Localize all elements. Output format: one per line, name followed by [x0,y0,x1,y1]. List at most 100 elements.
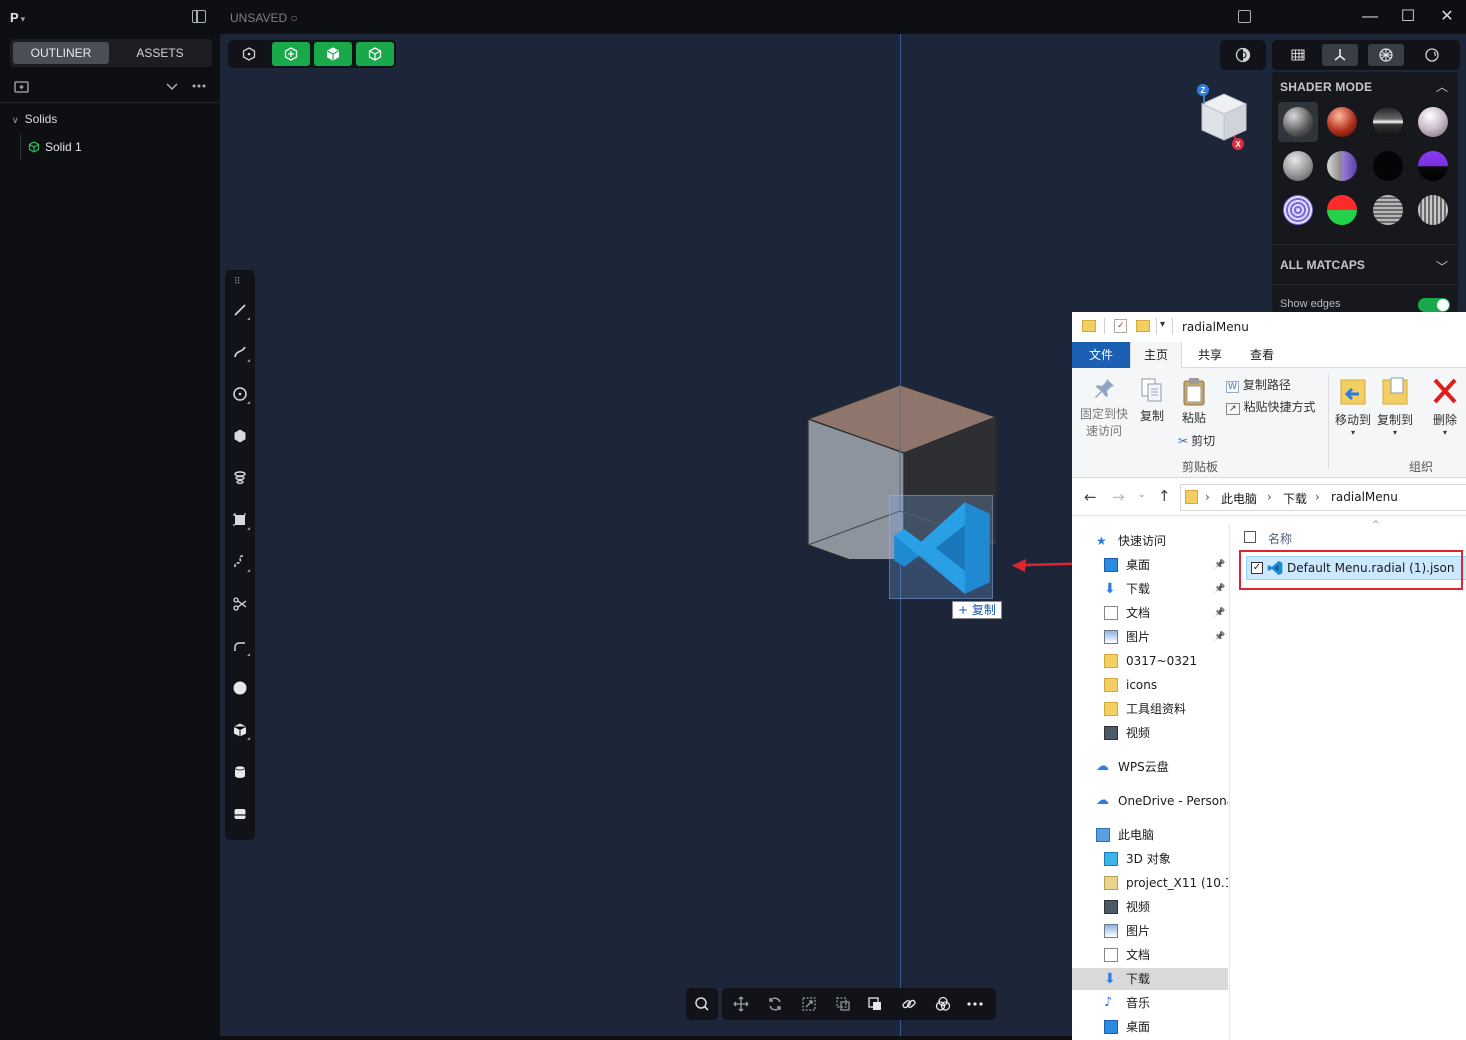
nav-item[interactable]: 图片 📌 [1072,626,1228,648]
nav-item[interactable]: ♪ 音乐 [1072,992,1228,1014]
drag-handle-icon[interactable]: ⠿ [234,276,241,287]
loft-tool-button[interactable] [228,466,252,490]
select-all-checkbox[interactable] [1244,531,1256,543]
breadcrumb-downloads[interactable]: 下载 [1283,490,1307,507]
nav-item[interactable]: 此电脑 [1072,824,1228,846]
address-bar[interactable]: › 此电脑 › 下载 › radialMenu [1180,484,1466,511]
pin-quick-access-button[interactable]: 固定到快 速访问 [1078,376,1130,439]
grid-button[interactable] [1280,44,1316,66]
nav-item[interactable]: 文档 [1072,944,1228,966]
tab-share[interactable]: 共享 [1184,342,1236,368]
polygon-tool-button[interactable] [228,424,252,448]
nav-item[interactable]: project_X11 (10.1 [1072,872,1228,894]
row-checkbox-checked[interactable]: ✓ [1251,562,1263,574]
matcap-chrome[interactable] [1373,107,1403,137]
rotate-button[interactable] [764,994,786,1014]
tab-assets[interactable]: ASSETS [112,42,208,64]
nav-item[interactable]: ☁ WPS云盘 [1072,756,1228,778]
tab-file[interactable]: 文件 [1072,342,1130,368]
cylinder-tool-button[interactable] [228,760,252,784]
copy-to-button[interactable]: 复制到 ▾ [1376,376,1414,437]
nav-item[interactable]: ★ 快速访问 [1072,530,1228,552]
matcap-red-clay[interactable] [1327,107,1357,137]
split-view-icon[interactable] [1238,10,1251,23]
nav-item[interactable]: 视频 [1072,896,1228,918]
matcap-stripes-v[interactable] [1418,195,1448,225]
copy-object-button[interactable] [864,994,886,1014]
matcap-gray[interactable] [1283,107,1313,137]
column-header-name[interactable]: 名称 [1268,530,1292,547]
circle-tool-button[interactable] [228,382,252,406]
nav-item[interactable]: 视频 [1072,722,1228,744]
more-icon[interactable] [192,84,206,88]
tab-home[interactable]: 主页 [1130,342,1182,369]
pane-splitter[interactable] [1229,524,1230,1040]
nav-item[interactable]: ☁ OneDrive - Persona [1072,790,1228,812]
close-button[interactable]: ✕ [1433,5,1461,29]
move-to-button[interactable]: 移动到 ▾ [1334,376,1372,437]
solid-select-button[interactable] [314,42,352,66]
create-solid-button[interactable] [272,42,310,66]
nav-item[interactable]: 桌面 [1072,1016,1228,1038]
duplicate-button[interactable] [832,994,854,1014]
contrast-button[interactable] [1225,44,1261,66]
file-row-selected[interactable]: ✓ Default Menu.radial (1).json [1246,556,1466,580]
link-button[interactable] [898,994,920,1014]
axes-button[interactable] [1322,44,1358,66]
tree-item-solid[interactable]: Solid 1 [28,140,82,154]
paste-button[interactable]: 粘贴 [1174,376,1214,426]
nav-item[interactable]: 图片 [1072,920,1228,942]
back-arrow-icon[interactable]: ← [1084,488,1097,506]
sweep-tool-button[interactable] [228,550,252,574]
view-mode-button[interactable] [230,42,268,66]
tab-outliner[interactable]: OUTLINER [13,42,109,64]
copy-button[interactable]: 复制 [1134,376,1170,424]
sphere-tool-button[interactable] [228,676,252,700]
new-folder-icon[interactable] [1136,320,1150,332]
chevron-up-icon[interactable]: ︿ [1436,78,1448,95]
wireframe-button[interactable] [1368,44,1404,66]
minimize-button[interactable]: — [1356,5,1384,29]
matcap-black[interactable] [1373,151,1403,181]
paste-shortcut-button[interactable]: ↗ 粘贴快捷方式 [1226,398,1316,415]
all-matcaps-header[interactable]: ALL MATCAPS [1280,258,1365,272]
breadcrumb-radialmenu[interactable]: radialMenu [1331,490,1398,504]
recent-locations-icon[interactable]: ⌄ [1138,490,1146,500]
up-arrow-icon[interactable]: ↑ [1158,487,1171,505]
properties-icon[interactable]: ✓ [1114,319,1127,333]
shading-button[interactable] [1414,44,1450,66]
maximize-button[interactable]: ☐ [1394,5,1422,29]
scale-button[interactable] [798,994,820,1014]
matcap-rings[interactable] [1283,195,1313,225]
more-button[interactable] [964,994,986,1014]
nav-item[interactable]: 文档 📌 [1072,602,1228,624]
copy-path-button[interactable]: W 复制路径 [1226,376,1291,393]
navigation-cube[interactable]: Z X [1192,84,1252,154]
forward-arrow-icon[interactable]: → [1112,488,1125,506]
nav-item[interactable]: 0317~0321 [1072,650,1228,672]
customize-toolbar-icon[interactable]: ▾ [1160,319,1165,330]
curve-tool-button[interactable] [228,340,252,364]
matcap-split-purple[interactable] [1327,151,1357,181]
nav-item[interactable]: ⬇ 下载 📌 [1072,578,1228,600]
fillet-tool-button[interactable] [228,634,252,658]
tab-view[interactable]: 查看 [1236,342,1288,368]
nav-item[interactable]: icons [1072,674,1228,696]
matcap-stripes-h[interactable] [1373,195,1403,225]
breadcrumb-this-pc[interactable]: 此电脑 [1221,490,1257,507]
chevron-down-icon[interactable]: ﹀ [1436,258,1448,275]
move-button[interactable] [730,994,752,1014]
line-tool-button[interactable] [228,298,252,322]
nav-item[interactable]: 3D 对象 [1072,848,1228,870]
tree-group-solids[interactable]: ∨ Solids [12,112,57,126]
nav-item[interactable]: ⬇ 下载 [1072,968,1228,990]
chevron-down-icon[interactable] [166,82,178,92]
cut-button[interactable]: ✂ 剪切 [1178,432,1215,449]
matcap-red-green[interactable] [1327,195,1357,225]
add-folder-icon[interactable] [14,80,30,94]
sidebar-toggle-icon[interactable] [192,10,206,23]
show-edges-toggle[interactable] [1418,298,1450,312]
boolean-tool-button[interactable] [228,802,252,826]
surface-tool-button[interactable] [228,508,252,532]
nav-item[interactable]: 桌面 📌 [1072,554,1228,576]
